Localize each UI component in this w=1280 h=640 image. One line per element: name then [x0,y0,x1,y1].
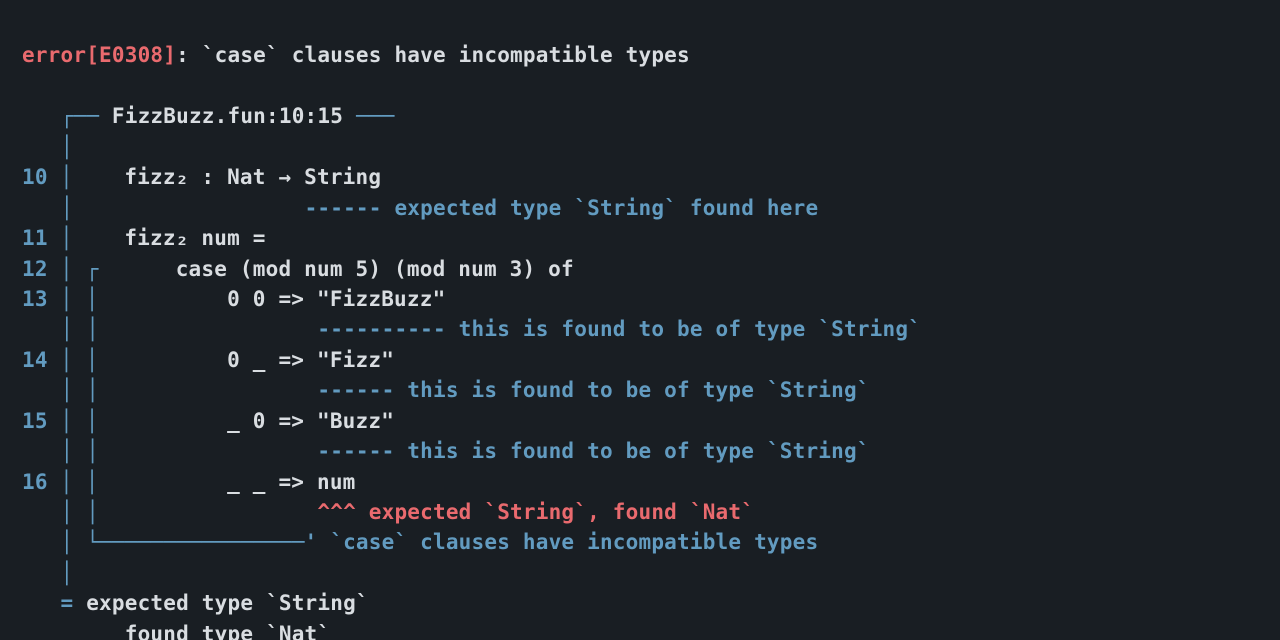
box-top-left: ┌── [61,104,100,128]
gutter-pipe: │ │ [60,287,99,311]
line-number: 16 [22,467,47,497]
gutter-pipe: │ │ [61,378,100,402]
error-code: [E0308] [86,43,176,67]
summary-found: found type `Nat` [73,622,330,640]
gutter-pipe: │ │ [60,470,99,494]
line-number: 13 [22,284,47,314]
note: expected type `String` found here [382,196,819,220]
line-number: 10 [22,162,47,192]
gutter-pipe: │ [61,561,74,585]
underline: ------ [317,439,394,463]
summary-expected: expected type `String` [73,591,368,615]
code-line: 0 0 => "FizzBuzz" [227,287,445,311]
error-word: error [22,43,86,67]
gutter-pipe: │ [61,135,74,159]
box-bottom: │ └────────────────' [61,530,318,554]
note: this is found to be of type `String` [394,439,869,463]
equals-sign: = [61,591,74,615]
code-line: case (mod num 5) (mod num 3) of [176,257,574,281]
box-top-dash: ─── [356,104,395,128]
gutter-pipe: │ │ [61,500,100,524]
gutter-pipe: │ [60,165,73,189]
gutter-pipe: │ │ [60,409,99,433]
code-line: fizz₂ : Nat → String [124,165,381,189]
underline: ---------- [317,317,445,341]
gutter-pipe: │ [60,226,73,250]
underline: ------ [305,196,382,220]
line-number: 15 [22,406,47,436]
gutter-pipe: │ │ [61,439,100,463]
code-line: _ _ => num [227,470,355,494]
gutter-pipe: │ │ [60,348,99,372]
code-line: fizz₂ num = [124,226,265,250]
error-note: expected `String`, found `Nat` [356,500,754,524]
code-line: 0 _ => "Fizz" [227,348,394,372]
line-number: 12 [22,254,47,284]
line-number: 11 [22,223,47,253]
caret-underline: ^^^ [317,500,356,524]
gutter-pipe: │ [61,196,74,220]
gutter-pipe: │ ┌ [60,257,99,281]
note: this is found to be of type `String` [446,317,921,341]
note: this is found to be of type `String` [394,378,869,402]
code-line: _ 0 => "Buzz" [227,409,394,433]
compiler-error-output: error[E0308]: `case` clauses have incomp… [0,0,1280,640]
note: `case` clauses have incompatible types [317,530,818,554]
line-number: 14 [22,345,47,375]
file-location: FizzBuzz.fun:10:15 [112,104,343,128]
error-message: `case` clauses have incompatible types [202,43,690,67]
underline: ------ [317,378,394,402]
error-colon: : [176,43,202,67]
gutter-pipe: │ │ [61,317,100,341]
